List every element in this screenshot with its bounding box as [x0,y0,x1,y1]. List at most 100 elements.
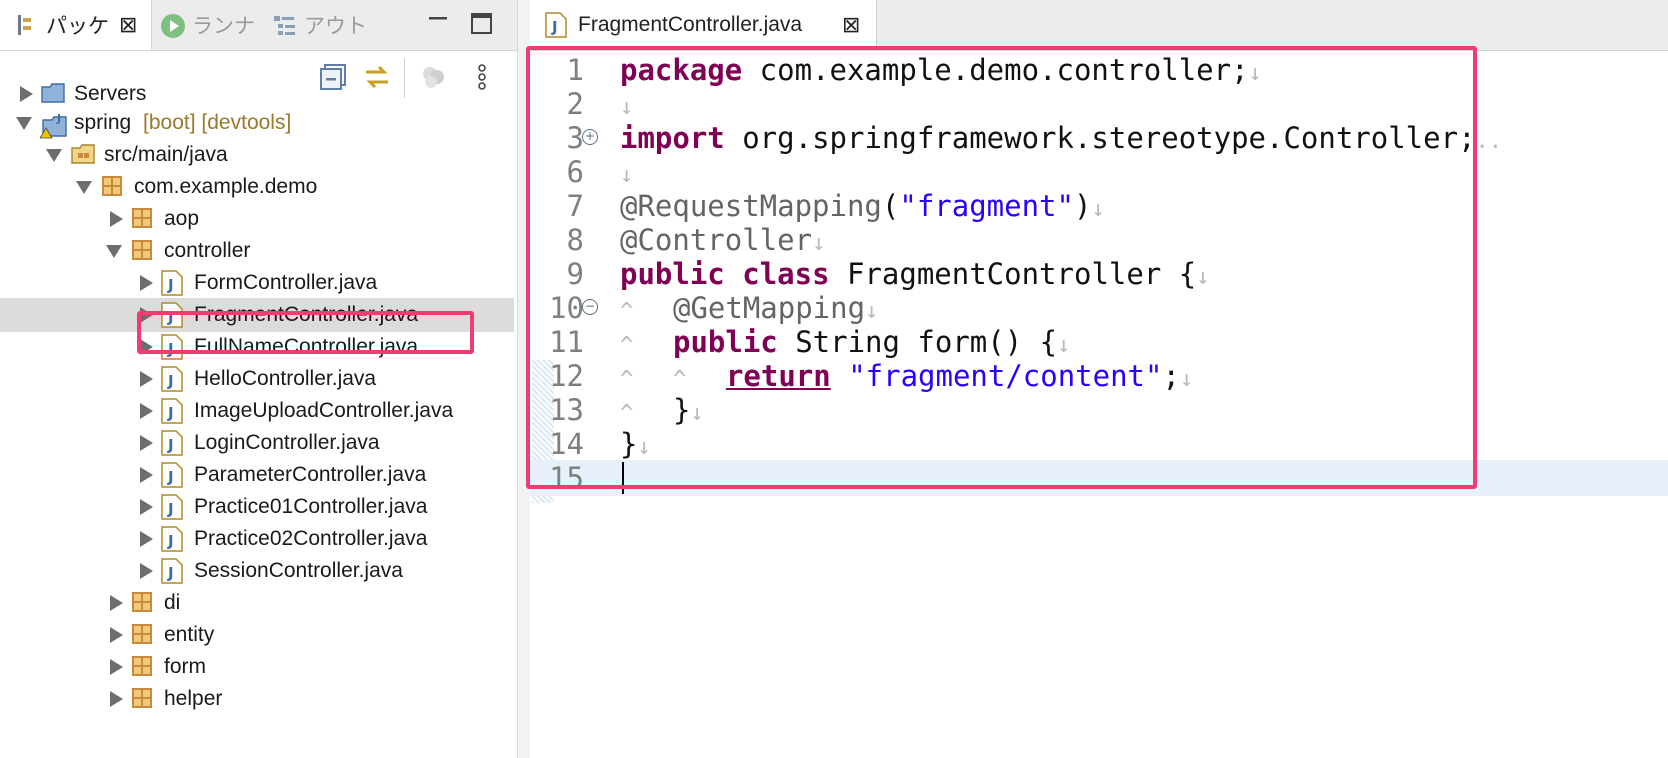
tree-item-label: Practice01Controller.java [194,495,428,518]
package-explorer-panel: パッケ ⊠ ランナ アウト Servers Jspring [boot] [de… [0,0,520,758]
chevron-right-icon[interactable] [110,691,123,707]
chevron-right-icon[interactable] [110,595,123,611]
chevron-right-icon[interactable] [110,627,123,643]
tree-item[interactable]: J HelloController.java [0,362,514,396]
tree-item[interactable]: src/main/java [0,138,514,172]
java-file-icon: J [160,270,184,296]
chevron-right-icon[interactable] [140,531,153,547]
selection-highlight-box [137,311,474,354]
tree-item[interactable]: J ParameterController.java [0,458,514,492]
chevron-right-icon[interactable] [110,211,123,227]
tree-item[interactable]: controller [0,234,514,268]
package-icon [100,174,124,198]
tree-item[interactable]: entity [0,618,514,652]
code-highlight-box [526,46,1477,489]
tree-item-label: LoginController.java [194,431,380,454]
tree-item-label: ImageUploadController.java [194,399,454,422]
svg-text:J: J [167,372,174,390]
java-file-icon: J [160,398,184,424]
chevron-down-icon[interactable] [76,181,92,194]
tree-item[interactable]: Jspring [boot] [devtools] [0,106,514,140]
tree-item-label: SessionController.java [194,559,403,582]
tree-item-label: HelloController.java [194,367,377,390]
svg-text:J: J [56,112,61,125]
tree-item[interactable]: form [0,650,514,684]
chevron-right-icon[interactable] [140,275,153,291]
svg-text:J: J [167,276,174,294]
chevron-down-icon[interactable] [106,245,122,258]
java-file-icon: J [160,462,184,488]
svg-text:J: J [167,564,174,582]
svg-text:J: J [551,18,558,36]
tree-item[interactable]: J SessionController.java [0,554,514,588]
tree-item[interactable]: J FormController.java [0,266,514,300]
chevron-right-icon[interactable] [20,86,33,102]
package-icon [130,590,154,614]
chevron-right-icon[interactable] [110,659,123,675]
tree-item-label: FormController.java [194,271,378,294]
tree-item-label: ParameterController.java [194,463,427,486]
chevron-right-icon[interactable] [140,499,153,515]
maximize-icon[interactable] [470,12,494,36]
tree-item[interactable]: J Practice01Controller.java [0,490,514,524]
server-folder-icon [40,81,65,105]
package-icon [130,686,154,710]
tab-editor-file[interactable]: J FragmentController.java ⊠ [530,0,877,50]
tab-junit[interactable]: ランナ [160,0,270,50]
java-file-icon: J [160,430,184,456]
tree-item-label: form [164,655,206,678]
project-icon: J [39,110,67,139]
tree-item[interactable]: helper [0,682,514,716]
tree-item[interactable]: com.example.demo [0,170,514,204]
package-explorer-icon [14,13,38,37]
chevron-right-icon[interactable] [140,371,153,387]
view-tab-bar: パッケ ⊠ ランナ アウト [0,0,520,51]
java-file-icon: J [544,12,568,44]
tree-item[interactable]: J Practice02Controller.java [0,522,514,556]
tree-item[interactable]: J LoginController.java [0,426,514,460]
svg-text:J: J [167,532,174,550]
tree-item-label: helper [164,687,223,710]
svg-text:J: J [167,468,174,486]
close-icon[interactable]: ⊠ [119,12,137,38]
svg-text:J: J [167,404,174,422]
tree-item[interactable]: aop [0,202,514,236]
tab-label: パッケ [46,15,109,38]
minimize-icon[interactable] [426,12,450,36]
editor-tab-label: FragmentController.java [578,13,803,36]
tab-label: アウト [304,15,367,38]
tree-item-decoration: [boot] [devtools] [137,111,292,134]
tree-item-label: spring [boot] [devtools] [74,111,292,134]
chevron-right-icon[interactable] [140,563,153,579]
outline-icon [272,13,296,37]
tab-package-explorer[interactable]: パッケ ⊠ [0,0,152,50]
tree-item-label: Servers [74,82,147,105]
tree-item[interactable]: J ImageUploadController.java [0,394,514,428]
run-icon [160,13,185,38]
editor-tab-bar: J FragmentController.java ⊠ [530,0,1668,51]
tab-label: ランナ [192,15,255,38]
tree-item-label: src/main/java [104,143,228,166]
java-file-icon: J [160,558,184,584]
source-folder-icon [70,142,95,166]
tree-item-label: entity [164,623,215,646]
chevron-right-icon[interactable] [140,467,153,483]
tree-item-label: di [164,591,181,614]
chevron-right-icon[interactable] [140,403,153,419]
tree-item-label: com.example.demo [134,175,318,198]
close-icon[interactable]: ⊠ [842,12,860,38]
java-file-icon: J [160,366,184,392]
chevron-down-icon[interactable] [46,149,62,162]
tree-item-label: aop [164,207,200,230]
chevron-right-icon[interactable] [140,435,153,451]
code-editor-panel: J FragmentController.java ⊠ 1 package com… [526,0,1668,758]
package-icon [130,622,154,646]
package-icon [130,654,154,678]
chevron-down-icon[interactable] [16,117,32,130]
tab-outline[interactable]: アウト [272,0,382,50]
java-file-icon: J [160,526,184,552]
tree-item-label: controller [164,239,251,262]
package-icon [130,238,154,262]
tree-item[interactable]: di [0,586,514,620]
svg-text:J: J [167,436,174,454]
